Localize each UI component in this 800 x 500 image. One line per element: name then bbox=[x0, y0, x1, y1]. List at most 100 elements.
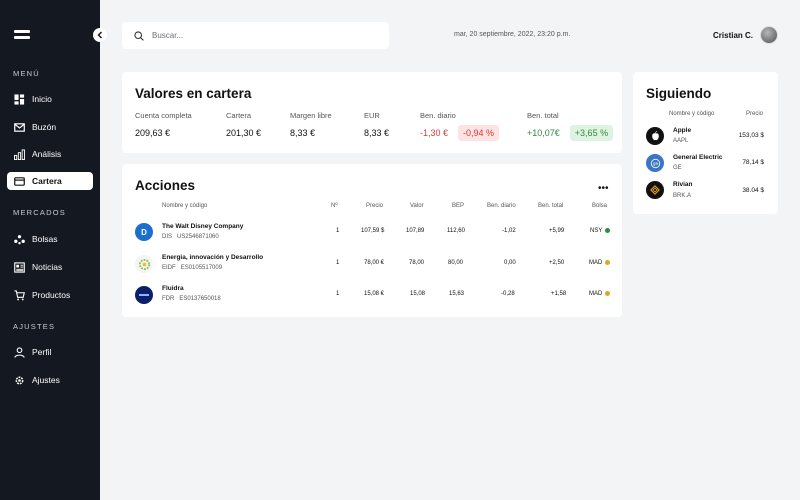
sidebar-item-label: Ajustes bbox=[32, 375, 60, 385]
metric-ben-diario: Ben. diario -1,30 € -0,94 % bbox=[420, 111, 500, 141]
more-horizontal-icon[interactable]: ••• bbox=[598, 183, 609, 194]
following-price: 153,03 $ bbox=[738, 132, 764, 139]
following-name: Apple bbox=[673, 127, 692, 134]
apple-logo bbox=[646, 127, 664, 145]
market-cell: MAD bbox=[589, 260, 611, 266]
market-cell: MAD bbox=[589, 291, 611, 297]
portfolio-title: Valores en cartera bbox=[135, 86, 252, 101]
col-header-total: Ben. total bbox=[538, 203, 564, 209]
metric-label: Ben. diario bbox=[420, 111, 456, 120]
rivian-logo bbox=[646, 181, 664, 199]
col-header-name: Nombre y código bbox=[162, 203, 208, 209]
metric-margen-libre: Margen libre 8,33 € bbox=[290, 111, 332, 138]
bep-cell: 80,00 bbox=[448, 260, 464, 266]
daily-cell: -0,28 bbox=[501, 291, 515, 297]
eidf-logo bbox=[135, 255, 153, 273]
daily-change-badge: -0,94 % bbox=[458, 125, 500, 141]
stock-name-cell: The Walt Disney Company DIS US2546871060 bbox=[162, 223, 244, 240]
sidebar-item-bolsas[interactable]: Bolsas bbox=[7, 230, 93, 248]
following-ticker: AAPL bbox=[673, 138, 689, 144]
sidebar-item-label: Bolsas bbox=[32, 234, 58, 244]
grid-icon bbox=[13, 93, 25, 105]
value-cell: 15,08 bbox=[410, 291, 426, 297]
metric-label: Margen libre bbox=[290, 111, 332, 120]
avatar[interactable] bbox=[760, 26, 778, 44]
sidebar-item-label: Perfil bbox=[32, 347, 52, 357]
nodes-icon bbox=[13, 233, 25, 245]
sidebar-item-noticias[interactable]: Noticias bbox=[7, 258, 93, 276]
qty-cell: 1 bbox=[336, 228, 340, 234]
col-header-daily: Ben. diario bbox=[487, 203, 516, 209]
search-input[interactable] bbox=[152, 31, 352, 40]
market-status-dot bbox=[605, 291, 611, 296]
following-name: General Electric bbox=[673, 154, 723, 161]
svg-text:ge: ge bbox=[652, 161, 658, 166]
sidebar-item-productos[interactable]: Productos bbox=[7, 286, 93, 304]
sidebar-item-buzon[interactable]: Buzón bbox=[7, 118, 93, 136]
total-cell: +2,50 bbox=[549, 260, 565, 266]
bep-cell: 15,63 bbox=[449, 291, 465, 297]
metric-ben-total: Ben. total +10,07€ +3,65 % bbox=[527, 111, 614, 141]
cart-icon bbox=[13, 289, 25, 301]
col-header-market: Bolsa bbox=[592, 203, 608, 209]
following-header-name: Nombre y código bbox=[669, 111, 715, 117]
bep-cell: 112,60 bbox=[447, 228, 465, 234]
user-icon bbox=[13, 346, 25, 358]
chevron-left-icon bbox=[97, 31, 102, 39]
following-name: Rivian bbox=[673, 181, 693, 188]
metric-value: 8,33 € bbox=[364, 128, 390, 138]
col-header-qty: Nº bbox=[331, 203, 338, 209]
metric-label: Cuenta completa bbox=[135, 111, 192, 120]
sidebar-item-analisis[interactable]: Análisis bbox=[7, 145, 93, 163]
following-title: Siguiendo bbox=[646, 86, 712, 101]
qty-cell: 1 bbox=[336, 291, 340, 297]
user-name[interactable]: Cristian C. bbox=[713, 31, 753, 40]
total-cell: +1,58 bbox=[551, 291, 567, 297]
value-cell: 78,00 bbox=[409, 260, 425, 266]
search-bar[interactable] bbox=[122, 22, 389, 49]
daily-cell: -1,02 bbox=[502, 228, 516, 234]
sidebar-item-ajustes[interactable]: Ajustes bbox=[7, 371, 93, 389]
metric-value: 201,30 € bbox=[226, 128, 262, 138]
following-price: 78,14 $ bbox=[742, 159, 764, 166]
metric-cuenta-completa: Cuenta completa 209,63 € bbox=[135, 111, 192, 138]
section-label-menu: MENÚ bbox=[13, 69, 40, 78]
wallet-icon bbox=[13, 175, 25, 187]
newspaper-icon bbox=[13, 261, 25, 273]
bar-chart-icon bbox=[13, 148, 25, 160]
stock-name-cell: Energia, innovación y Desarrollo EIDF ES… bbox=[162, 254, 264, 271]
metric-value: 209,63 € bbox=[135, 128, 171, 138]
price-cell: 78,00 € bbox=[364, 260, 385, 266]
current-datetime: mar, 20 septiembre, 2022, 23:20 p.m. bbox=[454, 31, 571, 38]
sidebar-item-inicio[interactable]: Inicio bbox=[7, 90, 93, 108]
col-header-price: Precio bbox=[366, 203, 384, 209]
price-cell: 107,59 $ bbox=[361, 228, 385, 234]
disney-logo: D bbox=[135, 223, 153, 241]
sidebar-item-label: Análisis bbox=[32, 149, 62, 159]
collapse-sidebar-button[interactable] bbox=[93, 28, 107, 42]
price-cell: 15,08 € bbox=[364, 291, 385, 297]
col-header-value: Valor bbox=[410, 203, 424, 209]
following-price: 38.04 $ bbox=[742, 187, 764, 194]
metric-cartera: Cartera 201,30 € bbox=[226, 111, 261, 138]
market-cell: NSY bbox=[590, 228, 611, 234]
sidebar-item-label: Productos bbox=[32, 290, 71, 300]
sidebar-item-label: Noticias bbox=[32, 262, 63, 272]
metric-value: 8,33 € bbox=[290, 128, 316, 138]
menu-logo-icon[interactable] bbox=[14, 30, 30, 40]
following-header-price: Precio bbox=[746, 111, 764, 117]
sidebar-item-label: Inicio bbox=[32, 94, 52, 104]
value-cell: 107,89 bbox=[406, 228, 425, 234]
qty-cell: 1 bbox=[336, 260, 340, 266]
sidebar-item-perfil[interactable]: Perfil bbox=[7, 343, 93, 361]
stocks-title: Acciones bbox=[135, 178, 196, 193]
metric-eur: EUR 8,33 € bbox=[364, 111, 389, 138]
search-icon bbox=[134, 30, 144, 41]
metric-label: Cartera bbox=[226, 111, 252, 120]
total-change-badge: +3,65 % bbox=[569, 125, 614, 141]
sidebar-item-cartera[interactable]: Cartera bbox=[7, 172, 93, 190]
metric-value: -1,30 € -0,94 % bbox=[420, 125, 500, 141]
section-label-ajustes: AJUSTES bbox=[13, 322, 56, 331]
market-status-dot bbox=[605, 260, 611, 265]
sidebar: MENÚ Inicio Buzón Análisis Cartera MERCA… bbox=[0, 0, 100, 500]
